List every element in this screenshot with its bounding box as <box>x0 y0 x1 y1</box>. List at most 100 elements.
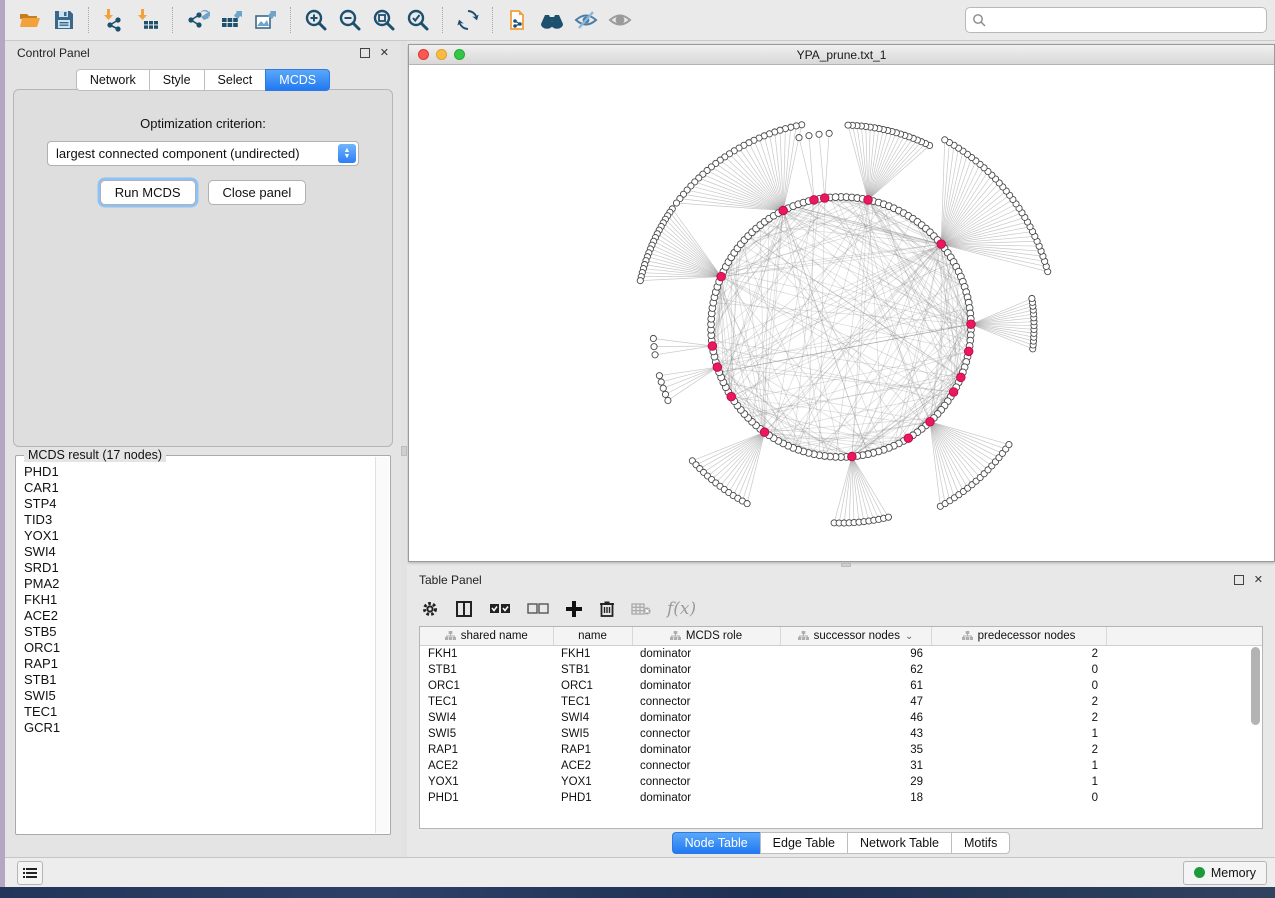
table-cell[interactable]: SWI4 <box>553 710 632 726</box>
new-network-from-selection-icon[interactable] <box>503 5 533 35</box>
show-column-panel-icon[interactable] <box>455 600 473 618</box>
leaf-node[interactable] <box>665 397 671 403</box>
leaf-node[interactable] <box>673 200 679 206</box>
table-row[interactable]: ACE2ACE2connector311 <box>420 758 1262 774</box>
leaf-node[interactable] <box>656 373 662 379</box>
open-file-icon[interactable] <box>15 5 45 35</box>
table-cell[interactable]: dominator <box>632 678 780 694</box>
horizontal-splitter[interactable] <box>407 562 1275 568</box>
table-cell[interactable]: 61 <box>780 678 931 694</box>
table-cell[interactable]: STB1 <box>420 662 553 678</box>
mcds-hub-node[interactable] <box>848 452 857 461</box>
table-cell[interactable]: 2 <box>931 742 1106 758</box>
mcds-result-item[interactable]: PMA2 <box>24 576 390 592</box>
mcds-hub-node[interactable] <box>708 342 717 351</box>
mcds-result-item[interactable]: CAR1 <box>24 480 390 496</box>
table-cell[interactable]: ORC1 <box>553 678 632 694</box>
tab-select[interactable]: Select <box>204 69 266 91</box>
table-cell[interactable]: ACE2 <box>553 758 632 774</box>
import-table-icon[interactable] <box>133 5 163 35</box>
export-table-icon[interactable] <box>217 5 247 35</box>
table-cell[interactable]: dominator <box>632 710 780 726</box>
network-view-titlebar[interactable]: YPA_prune.txt_1 <box>409 45 1274 65</box>
save-icon[interactable] <box>49 5 79 35</box>
mcds-result-item[interactable]: RAP1 <box>24 656 390 672</box>
zoom-fit-icon[interactable] <box>369 5 399 35</box>
table-row[interactable]: ORC1ORC1dominator610 <box>420 678 1262 694</box>
close-table-panel-icon[interactable]: ✕ <box>1254 575 1263 586</box>
table-row[interactable]: RAP1RAP1dominator352 <box>420 742 1262 758</box>
column-header-name[interactable]: name <box>553 627 632 646</box>
refresh-layout-icon[interactable] <box>453 5 483 35</box>
zoom-out-icon[interactable] <box>335 5 365 35</box>
leaf-node[interactable] <box>651 344 657 350</box>
table-cell[interactable]: 47 <box>780 694 931 710</box>
table-cell[interactable]: PHD1 <box>553 790 632 806</box>
leaf-node[interactable] <box>650 335 656 341</box>
create-column-icon[interactable] <box>565 600 583 618</box>
table-cell[interactable]: connector <box>632 774 780 790</box>
column-header-predecessor-nodes[interactable]: predecessor nodes <box>931 627 1106 646</box>
run-mcds-button[interactable]: Run MCDS <box>100 180 196 205</box>
table-cell[interactable]: 35 <box>780 742 931 758</box>
table-cell[interactable]: RAP1 <box>420 742 553 758</box>
tab-network[interactable]: Network <box>76 69 149 91</box>
vertical-splitter[interactable] <box>401 41 407 857</box>
column-header-shared-name[interactable]: shared name <box>420 627 553 646</box>
float-panel-icon[interactable] <box>360 48 370 58</box>
network-graph[interactable] <box>409 65 1274 560</box>
table-cell[interactable]: 0 <box>931 662 1106 678</box>
mcds-result-item[interactable]: STB1 <box>24 672 390 688</box>
leaf-node[interactable] <box>1006 441 1012 447</box>
criterion-select[interactable]: largest connected component (undirected)… <box>47 141 359 166</box>
leaf-node[interactable] <box>658 379 664 385</box>
mcds-result-item[interactable]: SWI5 <box>24 688 390 704</box>
table-cell[interactable]: connector <box>632 694 780 710</box>
leaf-node[interactable] <box>637 278 643 284</box>
mcds-hub-node[interactable] <box>864 196 873 205</box>
table-cell[interactable]: TEC1 <box>553 694 632 710</box>
table-cell[interactable]: dominator <box>632 662 780 678</box>
column-header-successor-nodes[interactable]: successor nodes⌄ <box>780 627 931 646</box>
search-input[interactable] <box>990 12 1260 28</box>
table-cell[interactable]: YOX1 <box>553 774 632 790</box>
leaf-node[interactable] <box>845 122 851 128</box>
table-cell[interactable]: 29 <box>780 774 931 790</box>
mcds-result-item[interactable]: SRD1 <box>24 560 390 576</box>
zoom-selected-icon[interactable] <box>403 5 433 35</box>
mcds-hub-node[interactable] <box>957 373 966 382</box>
export-network-icon[interactable] <box>183 5 213 35</box>
close-panel-icon[interactable]: ✕ <box>380 48 389 59</box>
leaf-node[interactable] <box>885 514 891 520</box>
table-cell[interactable]: 0 <box>931 790 1106 806</box>
zoom-in-icon[interactable] <box>301 5 331 35</box>
table-cell[interactable]: dominator <box>632 742 780 758</box>
leaf-node[interactable] <box>816 131 822 137</box>
mcds-result-item[interactable]: ORC1 <box>24 640 390 656</box>
mcds-result-item[interactable]: STB5 <box>24 624 390 640</box>
table-cell[interactable]: TEC1 <box>420 694 553 710</box>
first-neighbors-icon[interactable] <box>537 5 567 35</box>
table-cell[interactable]: ORC1 <box>420 678 553 694</box>
mcds-result-scrollbar[interactable] <box>375 457 389 833</box>
table-cell[interactable]: 46 <box>780 710 931 726</box>
mcds-hub-node[interactable] <box>820 194 829 203</box>
mcds-result-item[interactable]: PHD1 <box>24 464 390 480</box>
table-cell[interactable]: SWI4 <box>420 710 553 726</box>
table-cell[interactable]: 31 <box>780 758 931 774</box>
delete-column-icon[interactable] <box>599 600 615 618</box>
mcds-hub-node[interactable] <box>926 417 935 426</box>
memory-button[interactable]: Memory <box>1183 861 1267 885</box>
tab-edge-table[interactable]: Edge Table <box>760 832 847 854</box>
mcds-hub-node[interactable] <box>727 392 736 401</box>
leaf-node[interactable] <box>660 385 666 391</box>
show-all-icon[interactable] <box>605 5 635 35</box>
table-cell[interactable]: connector <box>632 726 780 742</box>
leaf-node[interactable] <box>662 391 668 397</box>
column-header-MCDS-role[interactable]: MCDS role <box>632 627 780 646</box>
tab-motifs[interactable]: Motifs <box>951 832 1010 854</box>
close-panel-button[interactable]: Close panel <box>208 180 307 205</box>
table-row[interactable]: SWI4SWI4dominator462 <box>420 710 1262 726</box>
float-table-panel-icon[interactable] <box>1234 575 1244 585</box>
mcds-hub-node[interactable] <box>967 320 976 329</box>
